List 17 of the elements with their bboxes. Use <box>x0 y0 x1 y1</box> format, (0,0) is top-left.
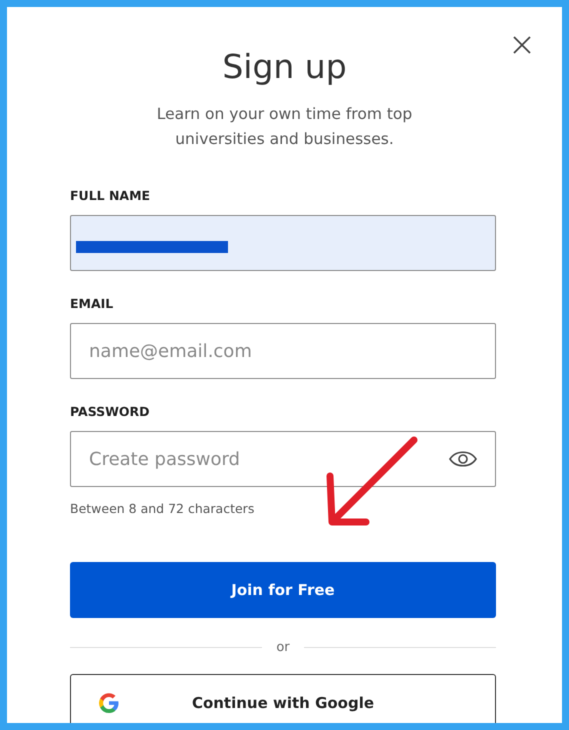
eye-icon[interactable] <box>449 450 477 468</box>
field-hint: Between 8 and 72 characters <box>70 501 256 516</box>
google-icon <box>98 692 120 714</box>
join-button[interactable]: Join for Free <box>70 562 496 618</box>
email-field[interactable]: name@email.com <box>89 340 477 362</box>
field-label: FULL NAME <box>70 188 152 203</box>
password-field[interactable]: Create password <box>70 431 496 487</box>
close-icon[interactable] <box>512 35 532 55</box>
email-field[interactable]: name@email.com <box>70 323 496 379</box>
dialog-title: Sign up <box>222 47 347 86</box>
field-label: EMAIL <box>70 296 114 311</box>
name-field[interactable] <box>70 215 496 271</box>
google-button[interactable]: Continue with Google <box>70 674 496 723</box>
divider-text: or <box>276 640 290 655</box>
dialog-subtitle: Learn on your own time from top universities and businesses. <box>156 104 414 150</box>
password-field[interactable]: Create password <box>89 448 449 470</box>
field-label: PASSWORD <box>70 404 151 419</box>
